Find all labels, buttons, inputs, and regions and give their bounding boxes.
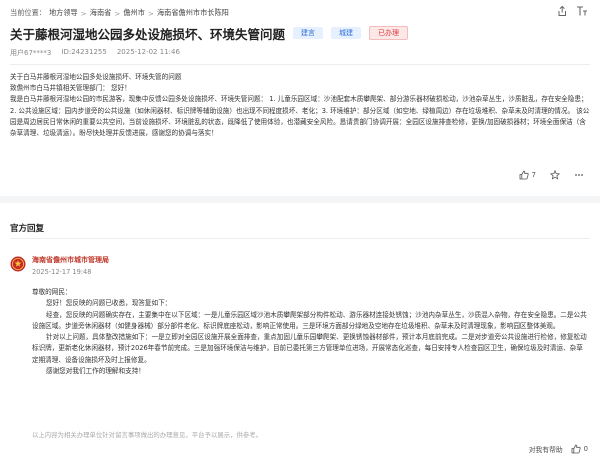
page-title: 关于藤根河湿地公园多处设施损坏、环境失管问题 [10,26,286,42]
helpful-feedback: 对我有帮助 0 [529,444,588,454]
divider [10,64,590,65]
page-tools [556,5,588,17]
breadcrumb-separator: > [80,8,87,18]
more-icon[interactable] [574,170,584,180]
breadcrumb-separator: > [147,8,154,18]
helpful-count: 0 [583,445,588,453]
reply-paragraph: 针对以上问题，具体整改措施如下：一是立即对全园区设施开展全面排查，重点加固儿童乐… [32,333,587,364]
reply-paragraph: 您好！您反映的问题已收悉，现答复如下： [46,299,172,308]
breadcrumb-item-mayor[interactable]: 海南省儋州市市长陈阳 [157,8,229,18]
reply-datetime: 2025-12-17 19:48 [32,268,92,276]
breadcrumb-label: 当前位置： [10,8,46,17]
breadcrumb: 当前位置： 地方领导 > 海南省 > 儋州市 > 海南省儋州市市长陈阳 [10,6,530,20]
reply-greeting: 尊敬的网民： [32,288,72,296]
breadcrumb-separator: > [114,8,121,18]
status-badge: 已办理 [369,26,409,40]
post-id: ID:24231255 [61,48,107,56]
breadcrumb-item-danzhou[interactable]: 儋州市 [123,8,145,18]
thumbs-up-icon [519,170,529,180]
post-meta: 用户67****3 ID:24231255 2025-12-02 11:46 [10,48,180,58]
post-datetime: 2025-12-02 11:46 [116,48,180,56]
post-title-row: 关于藤根河湿地公园多处设施损坏、环境失管问题 建言 城建 已办理 [10,24,409,42]
reply-paragraph: 经查，您反映的问题确实存在，主要集中在以下区域：一是儿童乐园区域沙池木质攀爬架部… [32,310,587,330]
post-actions: 7 [519,170,584,180]
reply-body: 尊敬的网民： 您好！您反映的问题已收悉，现答复如下： 经查，您反映的问题确实存在… [32,287,587,377]
font-size-icon[interactable] [576,5,588,17]
post-paragraph: 致儋州市白马井镇相关管理部门： 您好！ [10,84,131,93]
tag-urban-construction: 城建 [331,27,362,39]
section-divider [0,196,600,203]
reply-thanks: 感谢您对我们工作的理解和支持！ [46,367,145,376]
post-paragraph: 我是白马井藤根河湿地公园的市民游客，现集中反馈公园多处设施损坏、环境失管问题： … [10,95,590,138]
breadcrumb-item-hainan[interactable]: 海南省 [90,8,112,18]
star-icon[interactable] [550,170,560,180]
reply-section-title: 官方回复 [10,224,45,234]
reply-organization[interactable]: 海南省儋州市城市管理局 [32,256,109,265]
post-body: 关于白马井藤根河湿地公园多处设施损坏、环境失管的问题 致儋州市白马井镇相关管理部… [10,72,590,139]
post-paragraph: 关于白马井藤根河湿地公园多处设施损坏、环境失管的问题 [10,73,182,81]
thumbs-up-icon [571,444,581,454]
helpful-label: 对我有帮助 [528,446,563,454]
like-button[interactable]: 7 [519,170,536,180]
reply-header: 海南省儋州市城市管理局 2025-12-17 19:48 [10,256,109,276]
like-count: 7 [531,171,536,179]
breadcrumb-item-local-leaders[interactable]: 地方领导 [49,8,78,18]
divider [10,238,590,239]
reply-disclaimer: 以上内容为相关办理单位针对留言事项做出的办理意见，平台予以展示，供参考。 [32,431,263,439]
tag-suggestion: 建言 [293,27,324,39]
helpful-button[interactable]: 0 [571,444,588,454]
post-user: 用户67****3 [10,49,52,57]
government-emblem-icon [10,256,26,272]
share-icon[interactable] [556,5,568,17]
